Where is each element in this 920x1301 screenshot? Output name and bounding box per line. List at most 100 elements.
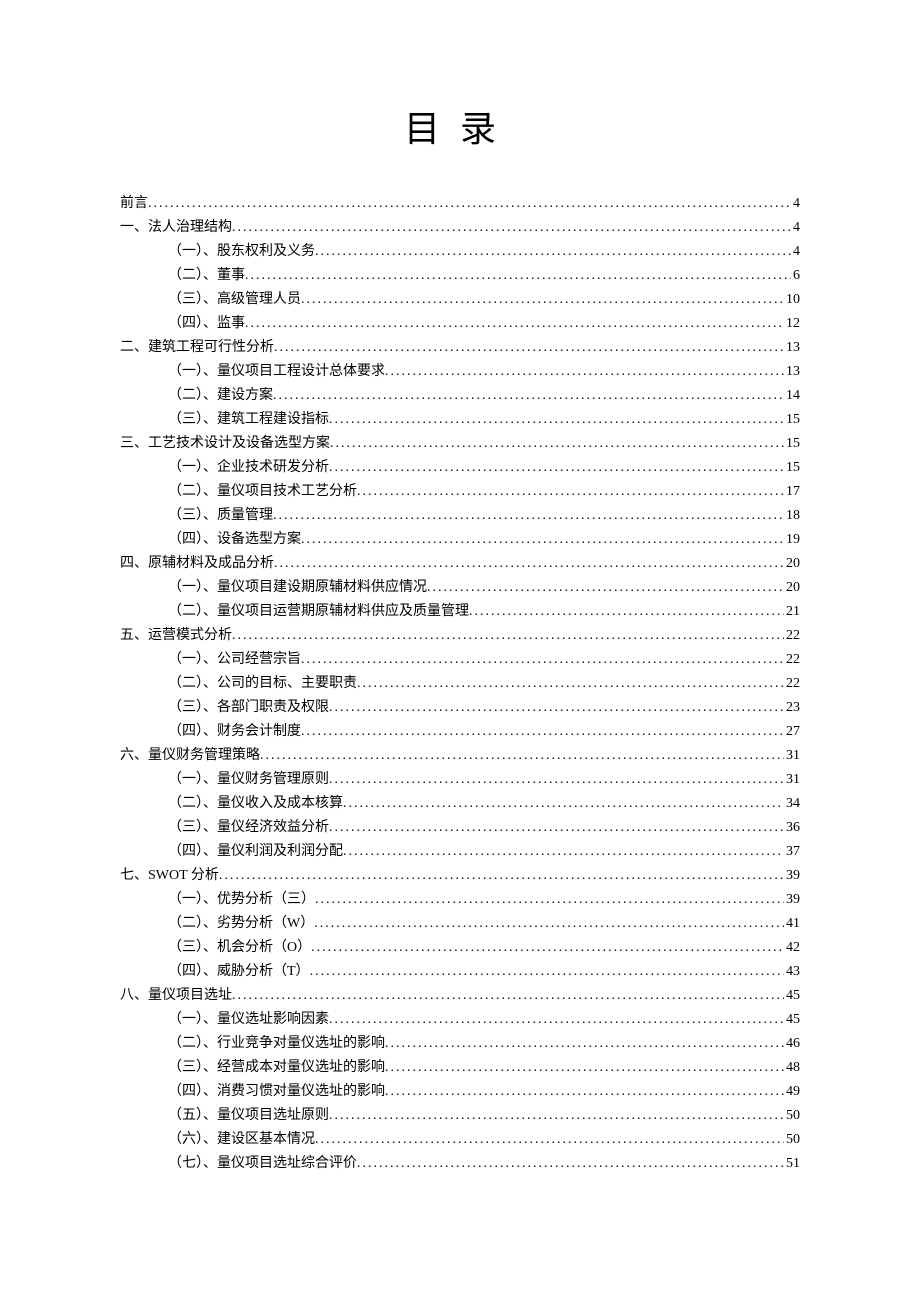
toc-leader-dots xyxy=(343,840,784,864)
toc-entry: （二）、公司的目标、主要职责22 xyxy=(120,672,800,696)
toc-leader-dots xyxy=(232,216,791,240)
toc-page-number: 13 xyxy=(784,360,800,384)
toc-entry: （四）、量仪利润及利润分配37 xyxy=(120,840,800,864)
toc-leader-dots xyxy=(357,1152,784,1176)
toc-entry: 七、SWOT 分析39 xyxy=(120,864,800,888)
toc-page-number: 31 xyxy=(784,744,800,768)
toc-leader-dots xyxy=(314,912,784,936)
toc-leader-dots xyxy=(385,360,784,384)
toc-label: （一）、企业技术研发分析 xyxy=(168,456,329,480)
toc-page-number: 50 xyxy=(784,1128,800,1152)
toc-label: （一）、量仪财务管理原则 xyxy=(168,768,329,792)
toc-leader-dots xyxy=(329,408,784,432)
toc-page-number: 43 xyxy=(784,960,800,984)
toc-entry: （四）、设备选型方案19 xyxy=(120,528,800,552)
toc-leader-dots xyxy=(301,648,784,672)
toc-page-number: 10 xyxy=(784,288,800,312)
toc-label: （三）、机会分析（O） xyxy=(168,936,311,960)
toc-label: 六、量仪财务管理策略 xyxy=(120,744,260,768)
toc-page-number: 20 xyxy=(784,552,800,576)
toc-page-number: 12 xyxy=(784,312,800,336)
toc-entry: 一、法人治理结构 4 xyxy=(120,216,800,240)
toc-leader-dots xyxy=(148,192,791,216)
toc-label: （四）、财务会计制度 xyxy=(168,720,301,744)
toc-label: 五、运营模式分析 xyxy=(120,624,232,648)
toc-page-number: 48 xyxy=(784,1056,800,1080)
toc-entry: 五、运营模式分析22 xyxy=(120,624,800,648)
toc-entry: （四）、监事 12 xyxy=(120,312,800,336)
toc-label: 二、建筑工程可行性分析 xyxy=(120,336,274,360)
toc-leader-dots xyxy=(330,432,784,456)
toc-label: （一）、量仪项目建设期原辅材料供应情况 xyxy=(168,576,427,600)
toc-entry: （三）、高级管理人员10 xyxy=(120,288,800,312)
toc-entry: 前言4 xyxy=(120,192,800,216)
toc-page-number: 22 xyxy=(784,648,800,672)
toc-page-number: 39 xyxy=(784,864,800,888)
toc-label: （五）、量仪项目选址原则 xyxy=(168,1104,329,1128)
toc-leader-dots xyxy=(260,744,784,768)
toc-label: （四）、威胁分析（T） xyxy=(168,960,310,984)
toc-entry: （三）、机会分析（O）42 xyxy=(120,936,800,960)
toc-leader-dots xyxy=(357,672,784,696)
toc-page-number: 15 xyxy=(784,408,800,432)
toc-entry: 八、量仪项目选址45 xyxy=(120,984,800,1008)
toc-entry: （三）、经营成本对量仪选址的影响48 xyxy=(120,1056,800,1080)
toc-entry: （一）、量仪项目建设期原辅材料供应情况20 xyxy=(120,576,800,600)
table-of-contents: 前言4一、法人治理结构 4（一）、股东权利及义务4（二）、董事 6（三）、高级管理人… xyxy=(120,192,800,1176)
toc-page-number: 45 xyxy=(784,1008,800,1032)
toc-leader-dots xyxy=(385,1032,784,1056)
toc-label: 四、原辅材料及成品分析 xyxy=(120,552,274,576)
toc-entry: （四）、消费习惯对量仪选址的影响49 xyxy=(120,1080,800,1104)
toc-entry: （一）、股东权利及义务4 xyxy=(120,240,800,264)
toc-label: （二）、量仪项目运营期原辅材料供应及质量管理 xyxy=(168,600,469,624)
toc-entry: （二）、劣势分析（W）41 xyxy=(120,912,800,936)
toc-leader-dots xyxy=(310,960,784,984)
toc-entry: （一）、量仪项目工程设计总体要求13 xyxy=(120,360,800,384)
toc-entry: （一）、优势分析（三）39 xyxy=(120,888,800,912)
toc-leader-dots xyxy=(329,1008,784,1032)
toc-leader-dots xyxy=(343,792,784,816)
toc-leader-dots xyxy=(315,888,784,912)
toc-page-number: 22 xyxy=(784,672,800,696)
toc-entry: （五）、量仪项目选址原则 50 xyxy=(120,1104,800,1128)
toc-leader-dots xyxy=(329,456,784,480)
toc-page-number: 4 xyxy=(791,216,800,240)
toc-entry: （三）、质量管理18 xyxy=(120,504,800,528)
toc-entry: （七）、量仪项目选址综合评价51 xyxy=(120,1152,800,1176)
toc-page-number: 6 xyxy=(791,264,800,288)
toc-leader-dots xyxy=(427,576,784,600)
toc-label: （三）、量仪经济效益分析 xyxy=(168,816,329,840)
toc-label: （四）、监事 xyxy=(168,312,245,336)
toc-leader-dots xyxy=(357,480,784,504)
toc-label: 八、量仪项目选址 xyxy=(120,984,232,1008)
toc-page-number: 50 xyxy=(784,1104,800,1128)
toc-leader-dots xyxy=(385,1056,784,1080)
toc-label: （三）、质量管理 xyxy=(168,504,273,528)
toc-label: （二）、量仪收入及成本核算 xyxy=(168,792,343,816)
toc-entry: （二）、建设方案14 xyxy=(120,384,800,408)
toc-entry: （二）、行业竞争对量仪选址的影响 46 xyxy=(120,1032,800,1056)
toc-label: （三）、各部门职责及权限 xyxy=(168,696,329,720)
toc-leader-dots xyxy=(311,936,784,960)
toc-leader-dots xyxy=(232,984,784,1008)
toc-page-number: 21 xyxy=(784,600,800,624)
toc-label: 一、法人治理结构 xyxy=(120,216,232,240)
toc-leader-dots xyxy=(469,600,784,624)
toc-entry: （四）、威胁分析（T） 43 xyxy=(120,960,800,984)
toc-entry: （六）、建设区基本情况50 xyxy=(120,1128,800,1152)
toc-label: （一）、量仪选址影响因素 xyxy=(168,1008,329,1032)
toc-leader-dots xyxy=(245,264,791,288)
toc-page-number: 15 xyxy=(784,432,800,456)
toc-entry: （二）、量仪项目技术工艺分析17 xyxy=(120,480,800,504)
toc-page-number: 46 xyxy=(784,1032,800,1056)
toc-page-number: 51 xyxy=(784,1152,800,1176)
toc-page-number: 27 xyxy=(784,720,800,744)
toc-entry: （三）、建筑工程建设指标15 xyxy=(120,408,800,432)
toc-label: （二）、董事 xyxy=(168,264,245,288)
toc-entry: （四）、财务会计制度 27 xyxy=(120,720,800,744)
toc-entry: （二）、董事 6 xyxy=(120,264,800,288)
toc-label: （一）、股东权利及义务 xyxy=(168,240,315,264)
toc-leader-dots xyxy=(274,336,784,360)
toc-page-number: 15 xyxy=(784,456,800,480)
toc-label: （二）、行业竞争对量仪选址的影响 xyxy=(168,1032,385,1056)
